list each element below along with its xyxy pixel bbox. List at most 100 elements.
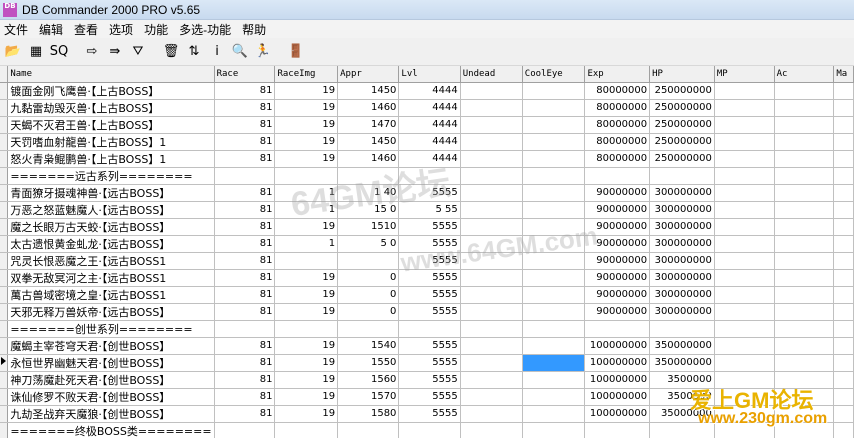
row-indicator[interactable] xyxy=(0,218,9,236)
cell-race[interactable]: 81 xyxy=(214,99,276,117)
table-row[interactable]: 萬古兽域密境之皇·【远古BOSS1 81 19 0 5555 90000000 300000… xyxy=(0,286,854,304)
cell-mp[interactable] xyxy=(714,354,775,372)
cell-race[interactable]: 81 xyxy=(214,82,276,100)
cell-cooleye[interactable] xyxy=(522,99,586,117)
row-indicator[interactable] xyxy=(0,286,9,304)
cell-raceimg[interactable]: 19 xyxy=(274,133,339,151)
cell-ma[interactable] xyxy=(833,201,854,219)
cell-exp[interactable]: 80000000 xyxy=(584,82,651,100)
cell-ma[interactable] xyxy=(833,422,854,438)
cell-cooleye[interactable] xyxy=(522,371,586,389)
cell-name[interactable]: 诛仙修罗不败天君·【创世BOSS】 xyxy=(7,388,215,406)
cell-raceimg[interactable]: 1 xyxy=(274,184,339,202)
column-header-race[interactable]: Race xyxy=(214,66,276,83)
row-indicator[interactable] xyxy=(0,252,9,270)
row-indicator[interactable] xyxy=(0,320,9,338)
cell-name[interactable]: 双拳无敌冥河之主·【远古BOSS1 xyxy=(7,269,215,287)
cell-cooleye[interactable] xyxy=(522,354,586,372)
cell-hp[interactable]: 35000000 xyxy=(649,405,715,423)
cell-raceimg[interactable]: 19 xyxy=(274,405,339,423)
cell-undead[interactable] xyxy=(460,82,523,100)
cell-hp[interactable]: 300000000 xyxy=(649,235,715,253)
cell-ac[interactable] xyxy=(774,235,835,253)
cell-hp[interactable]: 250000000 xyxy=(649,150,715,168)
table-row[interactable]: =======终极BOSS类======== xyxy=(0,422,854,438)
cell-hp[interactable]: 300000000 xyxy=(649,303,715,321)
cell-appr[interactable] xyxy=(337,252,400,270)
row-indicator[interactable] xyxy=(0,184,9,202)
cell-raceimg[interactable]: 19 xyxy=(274,388,339,406)
cell-hp[interactable]: 250000000 xyxy=(649,82,715,100)
cell-ma[interactable] xyxy=(833,218,854,236)
cell-exp[interactable] xyxy=(584,320,651,338)
cell-ma[interactable] xyxy=(833,320,854,338)
cell-undead[interactable] xyxy=(460,201,523,219)
cell-name[interactable]: 天蝎不灭君王兽·【上古BOSS】 xyxy=(7,116,215,134)
cell-undead[interactable] xyxy=(460,99,523,117)
cell-exp[interactable]: 80000000 xyxy=(584,150,651,168)
cell-lvl[interactable]: 5555 xyxy=(398,371,461,389)
cell-ac[interactable] xyxy=(774,269,835,287)
cell-lvl[interactable] xyxy=(398,320,461,338)
cell-ma[interactable] xyxy=(833,184,854,202)
cell-mp[interactable] xyxy=(714,82,775,100)
cell-ma[interactable] xyxy=(833,405,854,423)
row-indicator[interactable] xyxy=(0,337,9,355)
cell-exp[interactable]: 100000000 xyxy=(584,388,651,406)
table-row[interactable]: 九黏雷劫毁灭兽·【上古BOSS】 81 19 1460 4444 80000000 2500… xyxy=(0,99,854,117)
cell-cooleye[interactable] xyxy=(522,252,586,270)
cell-name[interactable]: 魔之长眼万古天蛟·【远古BOSS】 xyxy=(7,218,215,236)
cell-ac[interactable] xyxy=(774,252,835,270)
cell-hp[interactable]: 3500000 xyxy=(649,371,715,389)
cell-appr[interactable]: 0 xyxy=(337,269,400,287)
cell-ac[interactable] xyxy=(774,150,835,168)
cell-undead[interactable] xyxy=(460,116,523,134)
cell-mp[interactable] xyxy=(714,252,775,270)
cell-lvl[interactable]: 4444 xyxy=(398,133,461,151)
trash-icon[interactable]: 🗑 xyxy=(161,42,181,62)
cell-race[interactable]: 81 xyxy=(214,371,276,389)
table-row[interactable]: 天罚嗜血射龍兽·【上古BOSS】1 81 19 1450 4444 80000000 250… xyxy=(0,133,854,151)
cell-ma[interactable] xyxy=(833,388,854,406)
cell-exp[interactable]: 90000000 xyxy=(584,201,651,219)
cell-cooleye[interactable] xyxy=(522,337,586,355)
row-indicator[interactable] xyxy=(0,99,9,117)
cell-ac[interactable] xyxy=(774,337,835,355)
cell-raceimg[interactable]: 19 xyxy=(274,371,339,389)
cell-lvl[interactable]: 4444 xyxy=(398,99,461,117)
cell-appr[interactable]: 1570 xyxy=(337,388,400,406)
info-icon[interactable]: i xyxy=(207,42,227,62)
cell-hp[interactable]: 250000000 xyxy=(649,116,715,134)
cell-exp[interactable]: 80000000 xyxy=(584,133,651,151)
cell-hp[interactable]: 300000000 xyxy=(649,286,715,304)
cell-exp[interactable]: 100000000 xyxy=(584,354,651,372)
table-row[interactable]: 魔之长眼万古天蛟·【远古BOSS】 81 19 1510 5555 90000000 300… xyxy=(0,218,854,236)
cell-name[interactable]: 神刀荡魔赴死天君·【创世BOSS】 xyxy=(7,371,215,389)
cell-cooleye[interactable] xyxy=(522,133,586,151)
cell-cooleye[interactable] xyxy=(522,218,586,236)
cell-exp[interactable]: 100000000 xyxy=(584,337,651,355)
cell-mp[interactable] xyxy=(714,286,775,304)
cell-hp[interactable] xyxy=(649,422,715,438)
cell-name[interactable]: 天罚嗜血射龍兽·【上古BOSS】1 xyxy=(7,133,215,151)
cell-mp[interactable] xyxy=(714,99,775,117)
cell-appr[interactable]: 0 xyxy=(337,303,400,321)
cell-race[interactable]: 81 xyxy=(214,184,276,202)
cell-cooleye[interactable] xyxy=(522,184,586,202)
cell-hp[interactable]: 300000000 xyxy=(649,252,715,270)
cell-appr[interactable] xyxy=(337,167,400,185)
cell-undead[interactable] xyxy=(460,167,523,185)
cell-race[interactable]: 81 xyxy=(214,218,276,236)
cell-name[interactable]: 天邪无释万兽妖帝·【远古BOSS】 xyxy=(7,303,215,321)
cell-appr[interactable]: 1560 xyxy=(337,371,400,389)
cell-raceimg[interactable]: 19 xyxy=(274,303,339,321)
column-header-name[interactable]: Name xyxy=(7,66,215,83)
cell-raceimg[interactable]: 19 xyxy=(274,286,339,304)
table-row[interactable]: 魔蝎主宰苍穹天君·【创世BOSS】 81 19 1540 5555 100000000 35… xyxy=(0,337,854,355)
cell-race[interactable]: 81 xyxy=(214,405,276,423)
cell-appr[interactable] xyxy=(337,320,400,338)
cell-cooleye[interactable] xyxy=(522,405,586,423)
cell-appr[interactable]: 1580 xyxy=(337,405,400,423)
cell-ma[interactable] xyxy=(833,252,854,270)
cell-appr[interactable]: 1450 xyxy=(337,82,400,100)
